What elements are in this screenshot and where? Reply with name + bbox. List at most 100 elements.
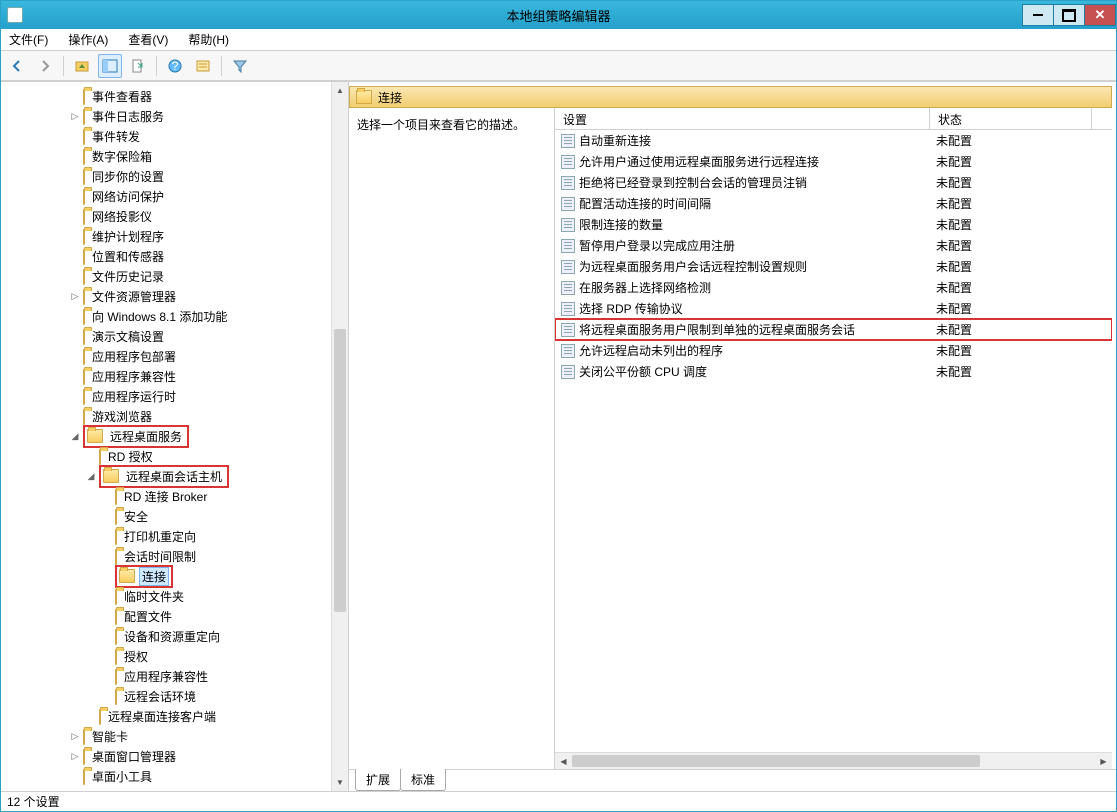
close-button[interactable] bbox=[1084, 4, 1116, 26]
status-text: 12 个设置 bbox=[7, 793, 60, 810]
folder-icon bbox=[83, 289, 85, 305]
tree-item[interactable]: ◢远程桌面会话主机 bbox=[5, 466, 331, 486]
setting-row[interactable]: 拒绝将已经登录到控制台会话的管理员注销未配置 bbox=[555, 172, 1112, 193]
tree-item[interactable]: 连接 bbox=[5, 566, 331, 586]
setting-row[interactable]: 暂停用户登录以完成应用注册未配置 bbox=[555, 235, 1112, 256]
folder-icon bbox=[83, 249, 85, 265]
setting-row[interactable]: 关闭公平份额 CPU 调度未配置 bbox=[555, 361, 1112, 382]
tree-item-label: 应用程序兼容性 bbox=[121, 669, 211, 685]
up-button[interactable] bbox=[70, 54, 94, 78]
setting-status: 未配置 bbox=[930, 321, 1092, 338]
tab-standard[interactable]: 标准 bbox=[400, 769, 446, 791]
tree-item[interactable]: ▷桌面窗口管理器 bbox=[5, 746, 331, 766]
tree-item-label: 应用程序兼容性 bbox=[89, 369, 179, 385]
list-h-scrollbar[interactable]: ◀ ▶ bbox=[555, 752, 1112, 769]
tree-item[interactable]: 远程会话环境 bbox=[5, 686, 331, 706]
tree-item[interactable]: ▷文件资源管理器 bbox=[5, 286, 331, 306]
tree-item-label: 事件查看器 bbox=[89, 89, 155, 105]
maximize-button[interactable] bbox=[1053, 4, 1085, 26]
tree-item[interactable]: 数字保险箱 bbox=[5, 146, 331, 166]
col-setting[interactable]: 设置 bbox=[555, 108, 930, 129]
tree-scrollbar[interactable]: ▲ ▼ bbox=[331, 82, 348, 791]
tree-view[interactable]: 事件查看器 ▷ 事件日志服务事件转发数字保险箱同步你的设置网络访问保护网络投影仪维护… bbox=[1, 82, 331, 791]
menubar: 文件(F) 操作(A) 查看(V) 帮助(H) bbox=[1, 29, 1116, 51]
setting-name: 在服务器上选择网络检测 bbox=[579, 279, 711, 296]
setting-row[interactable]: 允许远程启动未列出的程序未配置 bbox=[555, 340, 1112, 361]
back-button[interactable] bbox=[5, 54, 29, 78]
help-button[interactable]: ? bbox=[163, 54, 187, 78]
policy-icon bbox=[561, 134, 575, 148]
setting-row[interactable]: 配置活动连接的时间间隔未配置 bbox=[555, 193, 1112, 214]
tree-item[interactable]: 同步你的设置 bbox=[5, 166, 331, 186]
setting-row[interactable]: 将远程桌面服务用户限制到单独的远程桌面服务会话未配置 bbox=[555, 319, 1112, 340]
tree-item[interactable]: 配置文件 bbox=[5, 606, 331, 626]
setting-row[interactable]: 为远程桌面服务用户会话远程控制设置规则未配置 bbox=[555, 256, 1112, 277]
tree-item[interactable]: 设备和资源重定向 bbox=[5, 626, 331, 646]
tree-item[interactable]: RD 授权 bbox=[5, 446, 331, 466]
tab-extended[interactable]: 扩展 bbox=[355, 769, 401, 791]
col-status[interactable]: 状态 bbox=[930, 108, 1092, 129]
tree-item[interactable]: 应用程序运行时 bbox=[5, 386, 331, 406]
tree-item[interactable]: RD 连接 Broker bbox=[5, 486, 331, 506]
tree-item-label: 游戏浏览器 bbox=[89, 409, 155, 425]
tree-item[interactable]: 会话时间限制 bbox=[5, 546, 331, 566]
tree-item[interactable]: 应用程序包部署 bbox=[5, 346, 331, 366]
tree-item[interactable]: 应用程序兼容性 bbox=[5, 366, 331, 386]
tree-item[interactable]: 演示文稿设置 bbox=[5, 326, 331, 346]
setting-name: 暂停用户登录以完成应用注册 bbox=[579, 237, 735, 254]
menu-help[interactable]: 帮助(H) bbox=[184, 29, 233, 50]
tree-item-label: 打印机重定向 bbox=[121, 529, 199, 545]
setting-row[interactable]: 在服务器上选择网络检测未配置 bbox=[555, 277, 1112, 298]
folder-icon bbox=[83, 409, 85, 425]
tree-item[interactable]: 授权 bbox=[5, 646, 331, 666]
tree-item[interactable]: 位置和传感器 bbox=[5, 246, 331, 266]
expand-icon[interactable]: ▷ bbox=[69, 750, 81, 762]
forward-button[interactable] bbox=[33, 54, 57, 78]
list-header[interactable]: 设置 状态 bbox=[555, 108, 1112, 130]
tree-item[interactable]: 文件历史记录 bbox=[5, 266, 331, 286]
expand-icon[interactable]: ▷ bbox=[69, 110, 81, 122]
expand-icon[interactable]: ▷ bbox=[69, 730, 81, 742]
tree-item[interactable]: ▷智能卡 bbox=[5, 726, 331, 746]
tree-item[interactable]: 向 Windows 8.1 添加功能 bbox=[5, 306, 331, 326]
policy-icon bbox=[561, 281, 575, 295]
setting-row[interactable]: 选择 RDP 传输协议未配置 bbox=[555, 298, 1112, 319]
policy-icon bbox=[561, 239, 575, 253]
minimize-button[interactable] bbox=[1022, 4, 1054, 26]
menu-view[interactable]: 查看(V) bbox=[124, 29, 172, 50]
menu-action[interactable]: 操作(A) bbox=[64, 29, 112, 50]
tree-item[interactable]: 事件转发 bbox=[5, 126, 331, 146]
tree-item[interactable]: 安全 bbox=[5, 506, 331, 526]
tree-item[interactable]: 维护计划程序 bbox=[5, 226, 331, 246]
setting-row[interactable]: 自动重新连接未配置 bbox=[555, 130, 1112, 151]
tree-item-label: 事件日志服务 bbox=[89, 109, 167, 125]
tree-item[interactable]: 远程桌面连接客户端 bbox=[5, 706, 331, 726]
menu-file[interactable]: 文件(F) bbox=[5, 29, 52, 50]
tree-item[interactable]: ◢远程桌面服务 bbox=[5, 426, 331, 446]
titlebar[interactable]: 本地组策略编辑器 bbox=[1, 1, 1116, 29]
setting-status: 未配置 bbox=[930, 153, 1092, 170]
filter-button[interactable] bbox=[228, 54, 252, 78]
tree-item[interactable]: 打印机重定向 bbox=[5, 526, 331, 546]
expand-icon[interactable]: ▷ bbox=[69, 290, 81, 302]
properties-button[interactable] bbox=[191, 54, 215, 78]
folder-icon bbox=[115, 549, 117, 565]
tree-item[interactable]: ▷ 事件日志服务 bbox=[5, 106, 331, 126]
export-button[interactable] bbox=[126, 54, 150, 78]
tree-item-label: 会话时间限制 bbox=[121, 549, 199, 565]
policy-icon bbox=[561, 365, 575, 379]
settings-list[interactable]: 自动重新连接未配置允许用户通过使用远程桌面服务进行远程连接未配置拒绝将已经登录到… bbox=[555, 130, 1112, 752]
tree-item[interactable]: 事件查看器 bbox=[5, 86, 331, 106]
tree-item[interactable]: 卓面小工具 bbox=[5, 766, 331, 786]
tree-item[interactable]: 临时文件夹 bbox=[5, 586, 331, 606]
folder-icon bbox=[83, 349, 85, 365]
tree-item[interactable]: 应用程序兼容性 bbox=[5, 666, 331, 686]
collapse-icon[interactable]: ◢ bbox=[69, 430, 81, 442]
tree-item[interactable]: 游戏浏览器 bbox=[5, 406, 331, 426]
show-tree-button[interactable] bbox=[98, 54, 122, 78]
tree-item[interactable]: 网络访问保护 bbox=[5, 186, 331, 206]
setting-row[interactable]: 限制连接的数量未配置 bbox=[555, 214, 1112, 235]
collapse-icon[interactable]: ◢ bbox=[85, 470, 97, 482]
setting-row[interactable]: 允许用户通过使用远程桌面服务进行远程连接未配置 bbox=[555, 151, 1112, 172]
tree-item[interactable]: 网络投影仪 bbox=[5, 206, 331, 226]
